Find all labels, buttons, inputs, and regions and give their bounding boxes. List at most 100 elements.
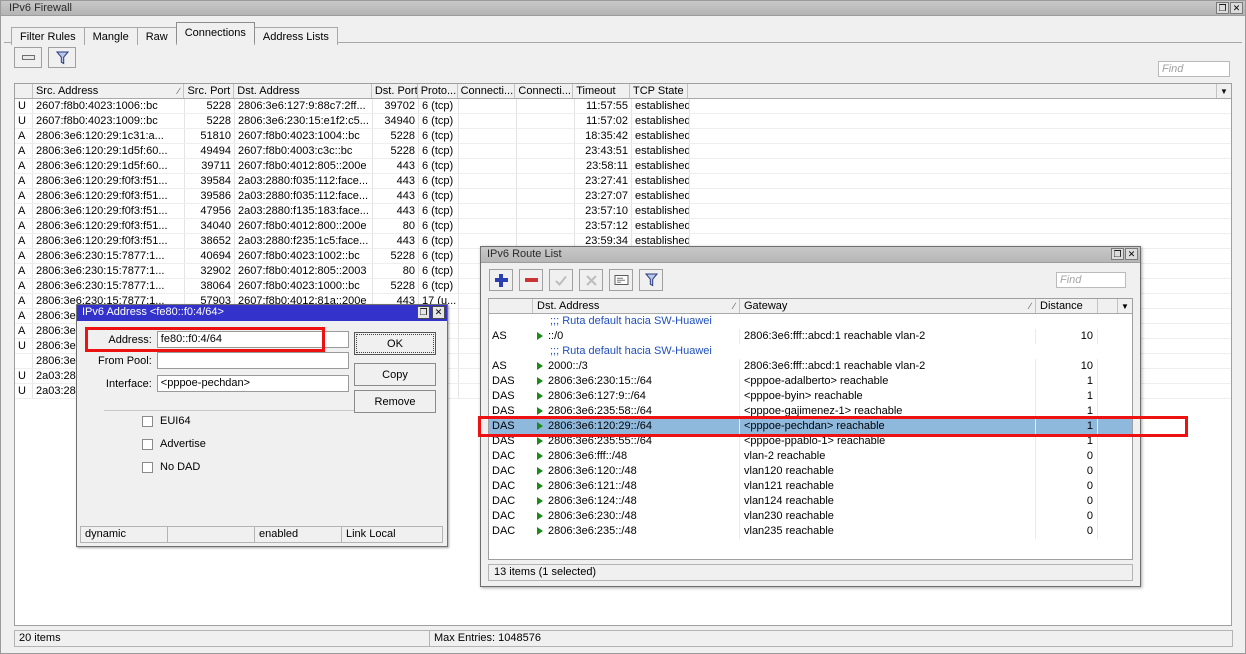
connections-column-header[interactable]: Src. Address∕ (33, 84, 185, 98)
copy-button[interactable]: Copy (354, 363, 436, 386)
add-button[interactable] (489, 269, 513, 291)
cell-sport: 39586 (185, 189, 235, 203)
table-row[interactable]: DAS2806:3e6:235:58::/64<pppoe-gajimenez-… (489, 404, 1132, 419)
table-row[interactable]: DAC2806:3e6:235::/48vlan235 reachable0 (489, 524, 1132, 539)
from-pool-input[interactable] (157, 352, 349, 369)
tab-mangle[interactable]: Mangle (84, 27, 138, 45)
route-column-header[interactable]: Distance (1036, 299, 1098, 313)
cell-timeout: 23:27:07 (575, 189, 632, 203)
connections-column-header[interactable]: Dst. Address (234, 84, 372, 98)
eui64-label: EUI64 (160, 415, 191, 427)
address-input[interactable]: fe80::f0:4/64 (157, 331, 349, 348)
table-row[interactable]: DAC2806:3e6:120::/48vlan120 reachable0 (489, 464, 1132, 479)
tab-address-lists[interactable]: Address Lists (254, 27, 338, 45)
cell-dst: 2607:f8b0:4003:c3c::bc (235, 144, 373, 158)
tab-filter-rules[interactable]: Filter Rules (11, 27, 85, 45)
connections-column-header[interactable]: Timeout (573, 84, 630, 98)
cell-tcp_state: established (632, 189, 690, 203)
main-toolbar (14, 47, 76, 69)
route-table-body: ;;; Ruta default hacia SW-HuaweiAS::/028… (489, 314, 1132, 559)
table-row[interactable]: DAC2806:3e6:121::/48vlan121 reachable0 (489, 479, 1132, 494)
ok-button[interactable]: OK (354, 332, 436, 355)
connections-column-header[interactable]: Src. Port (184, 84, 234, 98)
cell-filler (690, 159, 1231, 173)
connections-column-header[interactable]: Dst. Port (372, 84, 418, 98)
comment-button[interactable] (609, 269, 633, 291)
close-icon[interactable]: ✕ (432, 306, 445, 319)
table-row[interactable]: A2806:3e6:120:29:1c31:a...518102607:f8b0… (15, 129, 1231, 144)
table-row[interactable]: A2806:3e6:120:29:1d5f:60...397112607:f8b… (15, 159, 1231, 174)
table-row[interactable]: A2806:3e6:120:29:1d5f:60...494942607:f8b… (15, 144, 1231, 159)
maximize-icon[interactable]: ❐ (417, 306, 430, 319)
interface-input[interactable]: <pppoe-pechdan> (157, 375, 349, 392)
table-row[interactable]: U2607:f8b0:4023:1009::bc52282806:3e6:230… (15, 114, 1231, 129)
connections-column-header[interactable] (688, 84, 1231, 98)
remove-button[interactable] (14, 47, 42, 68)
address-dialog-titlebar[interactable]: IPv6 Address <fe80::f0:4/64> ❐ ✕ (77, 305, 447, 321)
eui64-checkbox[interactable] (142, 416, 153, 427)
route-search-input[interactable]: Find (1056, 272, 1126, 288)
cell-src: 2806:3e6:230:15:7877:1... (33, 264, 185, 278)
table-row[interactable]: DAC2806:3e6:124::/48vlan124 reachable0 (489, 494, 1132, 509)
cell-src: 2806:3e6:120:29:f0f3:f51... (33, 219, 185, 233)
cell-sport: 39711 (185, 159, 235, 173)
table-row[interactable]: U2607:f8b0:4023:1006::bc52282806:3e6:127… (15, 99, 1231, 114)
filter-button[interactable] (48, 47, 76, 68)
cell-filler (1098, 449, 1132, 464)
table-row[interactable]: DAC2806:3e6:230::/48vlan230 reachable0 (489, 509, 1132, 524)
column-chooser-button[interactable]: ▼ (1117, 299, 1132, 313)
main-window-titlebar[interactable]: IPv6 Firewall ❐ ✕ (1, 1, 1245, 16)
advertise-checkbox[interactable] (142, 439, 153, 450)
comment-row[interactable]: ;;; Ruta default hacia SW-Huawei (489, 344, 1132, 359)
no-dad-checkbox[interactable] (142, 462, 153, 473)
close-icon[interactable]: ✕ (1125, 248, 1138, 260)
minus-icon (22, 55, 35, 60)
comment-row[interactable]: ;;; Ruta default hacia SW-Huawei (489, 314, 1132, 329)
table-row[interactable]: DAS2806:3e6:120:29::/64<pppoe-pechdan> r… (489, 419, 1132, 434)
dst-address-text: 2806:3e6:120:29::/64 (548, 420, 652, 432)
route-window-titlebar[interactable]: IPv6 Route List ❐ ✕ (481, 247, 1140, 263)
table-row[interactable]: A2806:3e6:120:29:f0f3:f51...479562a03:28… (15, 204, 1231, 219)
advertise-checkbox-row[interactable]: Advertise (142, 438, 206, 450)
tab-raw[interactable]: Raw (137, 27, 177, 45)
route-column-header[interactable]: Dst. Address∕ (533, 299, 740, 313)
table-row[interactable]: DAS2806:3e6:230:15::/64<pppoe-adalberto>… (489, 374, 1132, 389)
cell-sport: 38064 (185, 279, 235, 293)
table-row[interactable]: DAC2806:3e6:fff::/48vlan-2 reachable0 (489, 449, 1132, 464)
table-row[interactable]: DAS2806:3e6:235:55::/64<pppoe-ppablo-1> … (489, 434, 1132, 449)
close-icon[interactable]: ✕ (1230, 2, 1243, 14)
disable-button[interactable] (579, 269, 603, 291)
cell-gateway: vlan124 reachable (740, 494, 1036, 509)
route-table: Dst. Address∕Gateway∕Distance ▼ ;;; Ruta … (488, 298, 1133, 560)
maximize-icon[interactable]: ❐ (1111, 248, 1124, 260)
remove-button[interactable]: Remove (354, 390, 436, 413)
connections-column-header[interactable]: TCP State (630, 84, 688, 98)
eui64-checkbox-row[interactable]: EUI64 (142, 415, 191, 427)
maximize-icon[interactable]: ❐ (1216, 2, 1229, 14)
cell-filler (1098, 419, 1132, 434)
table-row[interactable]: AS::/02806:3e6:fff::abcd:1 reachable vla… (489, 329, 1132, 344)
table-row[interactable]: A2806:3e6:120:29:f0f3:f51...395862a03:28… (15, 189, 1231, 204)
status-cell: 20 items (14, 630, 430, 647)
table-row[interactable]: A2806:3e6:120:29:f0f3:f51...340402607:f8… (15, 219, 1231, 234)
connections-column-header[interactable] (15, 84, 33, 98)
filter-button[interactable] (639, 269, 663, 291)
no-dad-checkbox-row[interactable]: No DAD (142, 461, 200, 473)
cell-dst: 2a03:2880:f235:1c5:face... (235, 234, 373, 248)
connections-column-header[interactable]: Connecti... (515, 84, 573, 98)
enable-button[interactable] (549, 269, 573, 291)
route-column-header[interactable] (489, 299, 533, 313)
connections-column-header[interactable]: Proto... (418, 84, 458, 98)
table-row[interactable]: DAS2806:3e6:127:9::/64<pppoe-byin> reach… (489, 389, 1132, 404)
table-row[interactable]: A2806:3e6:120:29:f0f3:f51...395842a03:28… (15, 174, 1231, 189)
cell-proto: 6 (tcp) (419, 129, 459, 143)
table-row[interactable]: AS2000::/32806:3e6:fff::abcd:1 reachable… (489, 359, 1132, 374)
route-column-header[interactable]: Gateway∕ (740, 299, 1036, 313)
remove-button[interactable] (519, 269, 543, 291)
cell-flag: A (15, 279, 33, 293)
connections-column-header[interactable]: Connecti... (458, 84, 516, 98)
search-input[interactable]: Find (1158, 61, 1230, 77)
cell-dport: 80 (373, 264, 419, 278)
tab-connections[interactable]: Connections (176, 22, 255, 43)
column-chooser-button[interactable]: ▼ (1216, 84, 1231, 98)
